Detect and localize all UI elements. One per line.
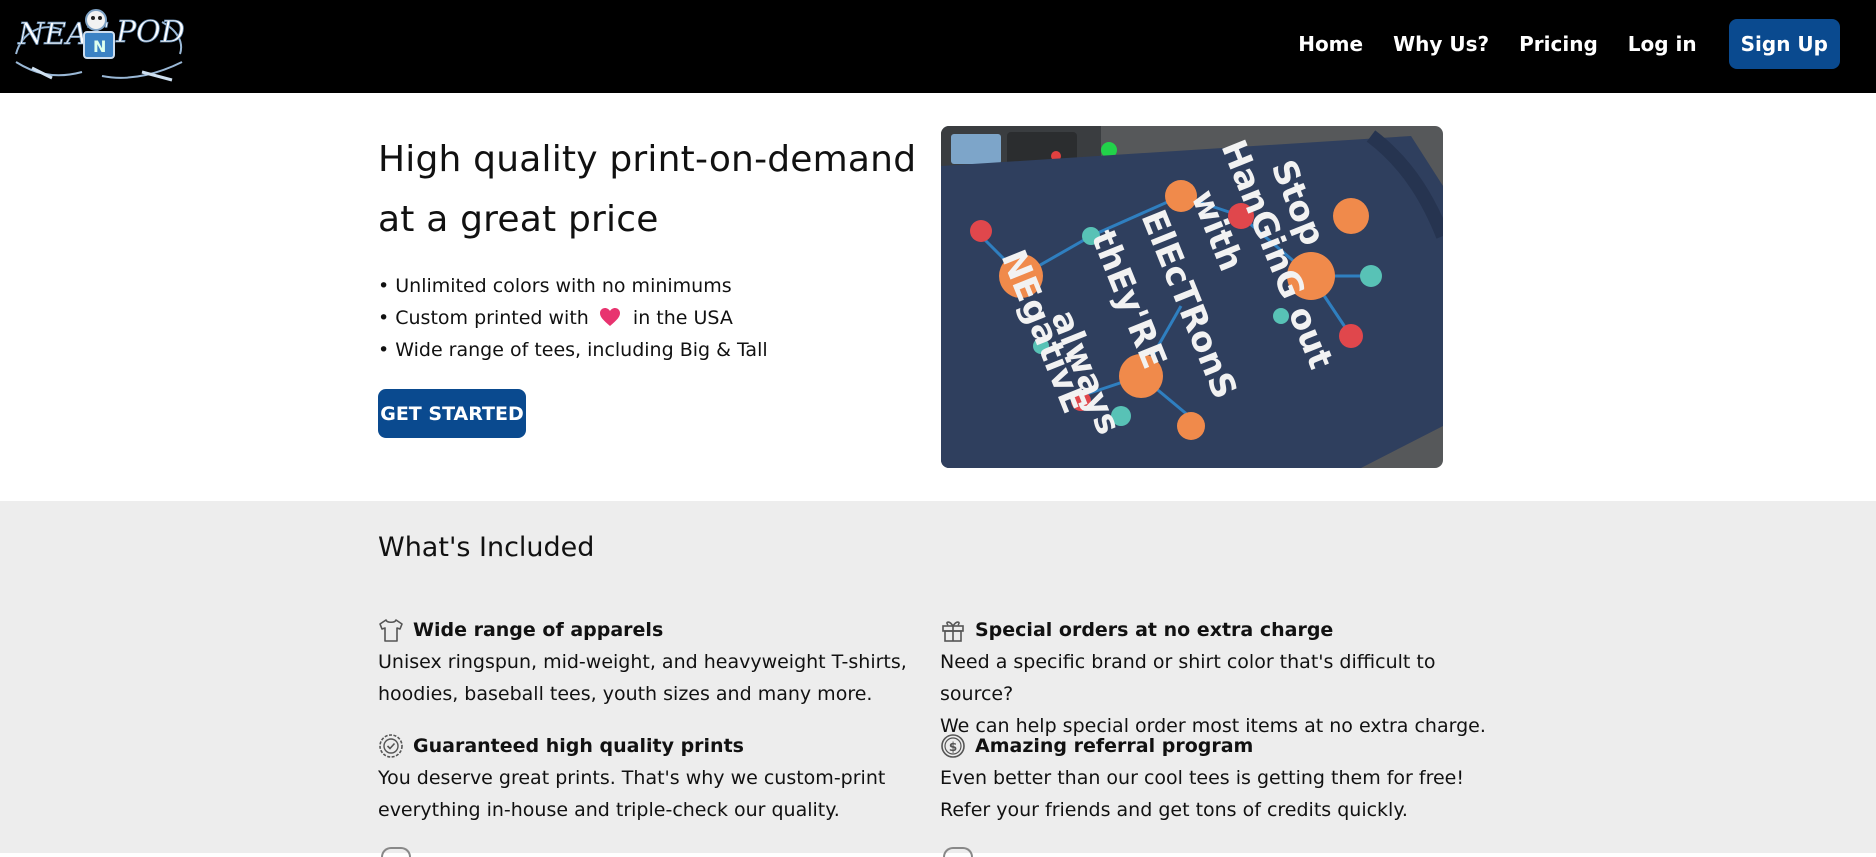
feature-special-orders-title: Special orders at no extra charge	[975, 619, 1334, 641]
signup-button[interactable]: Sign Up	[1728, 19, 1840, 69]
svg-text:$: $	[949, 740, 957, 754]
feature-referral: $ Amazing referral program Even better t…	[940, 730, 1500, 826]
heart-icon	[599, 305, 621, 326]
feature-quality-title: Guaranteed high quality prints	[413, 735, 744, 757]
whats-included-section	[0, 501, 1876, 853]
next-feature-icon	[381, 847, 411, 857]
feature-quality: Guaranteed high quality prints You deser…	[378, 730, 938, 826]
feature-apparel-line2: hoodies, baseball tees, youth sizes and …	[378, 683, 873, 705]
nav-home-link[interactable]: Home	[1298, 32, 1363, 56]
svg-text:N: N	[93, 37, 106, 56]
main-nav: Home Why Us? Pricing Log in Sign Up	[1268, 19, 1840, 69]
get-started-button[interactable]: GET STARTED	[378, 389, 526, 438]
feature-quality-line2: everything in-house and triple-check our…	[378, 799, 840, 821]
feature-referral-line2: Refer your friends and get tons of credi…	[940, 799, 1408, 821]
hero-bullet-list: • Unlimited colors with no minimums • Cu…	[378, 270, 768, 366]
top-navbar: NEAT N POD Home Why Us? Pricing Log in S…	[0, 0, 1876, 93]
coin-icon: $	[941, 734, 965, 758]
feature-apparel: Wide range of apparels Unisex ringspun, …	[378, 614, 938, 710]
printed-tshirt-photo: Stop HanGinG out with ElEcTRonS thEy'RE …	[941, 126, 1443, 468]
whats-included-title: What's Included	[378, 532, 595, 563]
svg-text:POD: POD	[115, 15, 185, 50]
gift-icon	[942, 621, 964, 642]
bullet-custom-printed-post: in the USA	[632, 307, 733, 329]
feature-special-orders: Special orders at no extra charge Need a…	[940, 614, 1500, 742]
next-feature-icon-2	[943, 847, 973, 857]
feature-quality-line1: You deserve great prints. That's why we …	[378, 767, 886, 789]
nav-login-link[interactable]: Log in	[1628, 32, 1697, 56]
bullet-unlimited-colors: • Unlimited colors with no minimums	[378, 275, 732, 297]
feature-special-orders-line1: Need a specific brand or shirt color tha…	[940, 651, 1436, 705]
feature-referral-title: Amazing referral program	[975, 735, 1254, 757]
nav-why-us-link[interactable]: Why Us?	[1393, 32, 1489, 56]
neato-pod-logo[interactable]: NEAT N POD	[12, 2, 188, 86]
feature-referral-line1: Even better than our cool tees is gettin…	[940, 767, 1464, 789]
tshirt-icon	[379, 619, 403, 642]
nav-pricing-link[interactable]: Pricing	[1519, 32, 1598, 56]
badge-check-icon	[379, 734, 403, 758]
hero-title: High quality print-on-demand at a great …	[378, 139, 917, 240]
feature-apparel-title: Wide range of apparels	[413, 619, 664, 641]
bullet-custom-printed-pre: • Custom printed with	[378, 307, 589, 329]
bullet-custom-printed: • Custom printed with in the USA	[378, 302, 768, 334]
bullet-wide-range: • Wide range of tees, including Big & Ta…	[378, 339, 768, 361]
feature-apparel-line1: Unisex ringspun, mid-weight, and heavywe…	[378, 651, 907, 673]
